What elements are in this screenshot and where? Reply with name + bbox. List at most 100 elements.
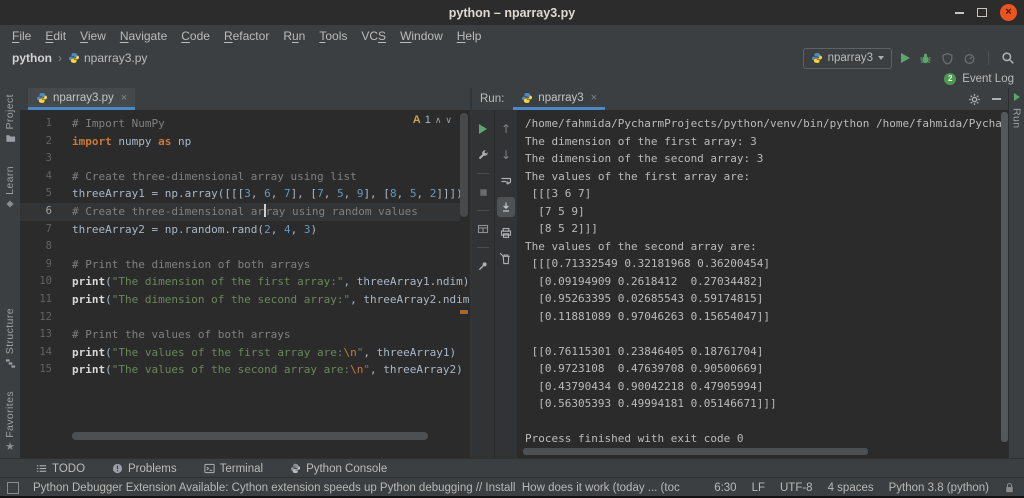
- hide-tool-window-icon[interactable]: [992, 98, 1001, 100]
- tool-window-favorites[interactable]: Favorites ★: [4, 391, 16, 452]
- code-line[interactable]: # Import NumPy: [72, 115, 470, 133]
- code-line[interactable]: print("The values of the first array are…: [72, 344, 470, 362]
- next-problem-icon[interactable]: ∨: [445, 115, 452, 126]
- menu-item-window[interactable]: Window: [393, 29, 450, 43]
- line-number[interactable]: 4: [20, 168, 66, 186]
- pin-icon[interactable]: [474, 253, 492, 279]
- menu-item-navigate[interactable]: Navigate: [113, 29, 174, 43]
- line-number[interactable]: 9: [20, 256, 66, 274]
- clear-all-icon[interactable]: [497, 246, 515, 272]
- tool-window-run[interactable]: Run: [1011, 93, 1023, 128]
- wrench-icon[interactable]: [474, 142, 492, 168]
- code-line[interactable]: [72, 150, 470, 168]
- tool-window-terminal[interactable]: Terminal: [204, 463, 263, 475]
- tool-window-python-console[interactable]: Python Console: [290, 463, 387, 475]
- menu-item-edit[interactable]: Edit: [38, 29, 73, 43]
- status-message[interactable]: Python Debugger Extension Available: Cyt…: [33, 482, 680, 494]
- line-number[interactable]: 8: [20, 238, 66, 256]
- file-encoding[interactable]: UTF-8: [780, 482, 813, 494]
- tool-window-learn[interactable]: Learn: [4, 166, 16, 209]
- editor-horizontal-scrollbar[interactable]: [72, 432, 428, 440]
- code-line[interactable]: print("The dimension of the second array…: [72, 291, 470, 309]
- code-line[interactable]: print("The dimension of the first array:…: [72, 273, 470, 291]
- event-log-button[interactable]: Event Log: [962, 73, 1014, 85]
- lock-icon[interactable]: [1004, 482, 1015, 494]
- warning-stripe-mark[interactable]: [460, 310, 468, 314]
- line-number[interactable]: 6: [20, 203, 66, 221]
- indent-style[interactable]: 4 spaces: [828, 482, 874, 494]
- maximize-button[interactable]: [977, 8, 987, 17]
- breadcrumb-file[interactable]: nparray3.py: [68, 51, 147, 65]
- menu-item-file[interactable]: File: [5, 29, 38, 43]
- line-number[interactable]: 2: [20, 133, 66, 151]
- profiler-button[interactable]: [963, 52, 976, 65]
- menu-item-run[interactable]: Run: [276, 29, 312, 43]
- rerun-button[interactable]: [474, 116, 492, 142]
- menu-item-refactor[interactable]: Refactor: [217, 29, 276, 43]
- line-number[interactable]: 14: [20, 344, 66, 362]
- scroll-to-end-icon[interactable]: [497, 197, 515, 217]
- code-line[interactable]: [72, 238, 470, 256]
- run-configuration-select[interactable]: nparray3: [803, 48, 892, 69]
- print-icon[interactable]: [497, 220, 515, 246]
- minimize-button[interactable]: [955, 12, 964, 14]
- close-icon[interactable]: ×: [591, 92, 597, 104]
- up-stacktrace-icon[interactable]: ↑: [497, 116, 515, 142]
- cursor-position[interactable]: 6:30: [714, 482, 736, 494]
- tool-window-project[interactable]: Project: [4, 94, 16, 144]
- line-number[interactable]: 7: [20, 221, 66, 239]
- line-number[interactable]: 5: [20, 185, 66, 203]
- code-line[interactable]: # Create three-dimensional array using l…: [72, 168, 470, 186]
- debug-button[interactable]: [919, 52, 932, 65]
- restore-layout-icon[interactable]: [474, 216, 492, 242]
- interpreter[interactable]: Python 3.8 (python): [889, 482, 989, 494]
- inspections-widget[interactable]: A 1 ∧ ∨: [413, 114, 452, 126]
- close-icon[interactable]: ×: [121, 92, 127, 104]
- code-area[interactable]: # Import NumPyimport numpy as np # Create…: [72, 115, 470, 379]
- menu-item-code[interactable]: Code: [174, 29, 217, 43]
- console-line: [0.95263395 0.02685543 0.59174815]: [525, 290, 1009, 308]
- tool-window-structure[interactable]: Structure: [4, 308, 16, 369]
- pycharm-window: python – nparray3.py × FileEditViewNavig…: [0, 0, 1024, 498]
- line-number[interactable]: 12: [20, 309, 66, 327]
- code-line[interactable]: # Print the values of both arrays: [72, 326, 470, 344]
- console-vertical-scrollbar[interactable]: [1001, 112, 1008, 442]
- code-line[interactable]: # Print the dimension of both arrays: [72, 256, 470, 274]
- menu-item-tools[interactable]: Tools: [312, 29, 354, 43]
- code-line[interactable]: [72, 309, 470, 327]
- search-everywhere-button[interactable]: [1001, 51, 1015, 65]
- run-button[interactable]: [901, 53, 910, 63]
- run-tab-nparray3[interactable]: nparray3 ×: [513, 88, 605, 110]
- line-number[interactable]: 10: [20, 273, 66, 291]
- coverage-button[interactable]: [941, 52, 954, 65]
- gear-icon[interactable]: [968, 93, 981, 106]
- code-line[interactable]: threeArray1 = np.array([[[3, 6, 7], [7, …: [72, 185, 470, 203]
- code-line[interactable]: print("The values of the second array ar…: [72, 361, 470, 379]
- code-line[interactable]: threeArray2 = np.random.rand(2, 4, 3): [72, 221, 470, 239]
- code-line[interactable]: import numpy as np: [72, 133, 470, 151]
- editor[interactable]: 123456789101112131415 # Import NumPyimpo…: [20, 110, 470, 458]
- menu-item-view[interactable]: View: [73, 29, 113, 43]
- console-horizontal-scrollbar[interactable]: [523, 448, 868, 455]
- breadcrumb-project[interactable]: python: [12, 51, 52, 65]
- line-number[interactable]: 1: [20, 115, 66, 133]
- close-button[interactable]: ×: [1000, 4, 1017, 21]
- line-separator[interactable]: LF: [752, 482, 765, 494]
- tool-window-problems[interactable]: Problems: [112, 463, 177, 475]
- down-stacktrace-icon[interactable]: ↓: [497, 142, 515, 168]
- line-number[interactable]: 11: [20, 291, 66, 309]
- menu-item-vcs[interactable]: VCS: [354, 29, 393, 43]
- editor-vertical-scrollbar[interactable]: [460, 113, 468, 217]
- menu-item-help[interactable]: Help: [450, 29, 489, 43]
- line-number[interactable]: 15: [20, 361, 66, 379]
- line-number[interactable]: 3: [20, 150, 66, 168]
- editor-tab-nparray3[interactable]: nparray3.py ×: [28, 88, 135, 110]
- run-console-output[interactable]: /home/fahmida/PycharmProjects/python/ven…: [518, 110, 1009, 458]
- tool-window-todo[interactable]: TODO: [36, 463, 85, 475]
- code-line[interactable]: # Create three-dimensional array using r…: [72, 203, 470, 221]
- editor-gutter[interactable]: 123456789101112131415: [20, 115, 66, 379]
- prev-problem-icon[interactable]: ∧: [435, 115, 442, 126]
- tool-window-switcher-icon[interactable]: [7, 482, 19, 494]
- line-number[interactable]: 13: [20, 326, 66, 344]
- soft-wrap-icon[interactable]: [497, 168, 515, 194]
